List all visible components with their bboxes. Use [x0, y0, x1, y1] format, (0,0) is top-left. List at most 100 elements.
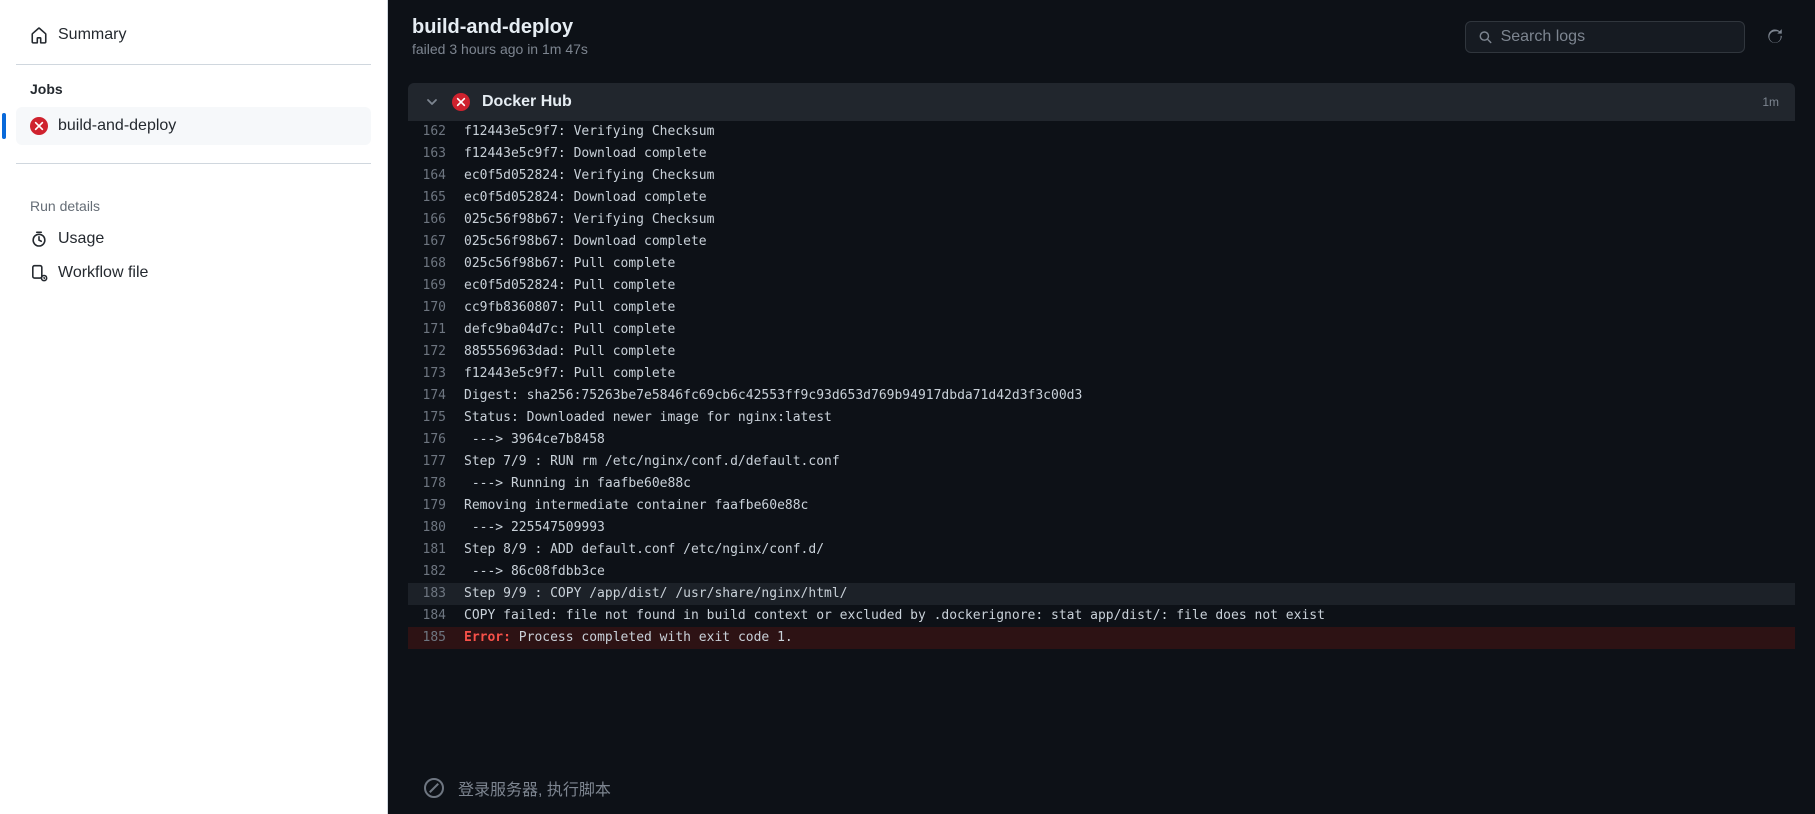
sidebar-job-build-and-deploy[interactable]: build-and-deploy	[16, 107, 371, 145]
log-text: f12443e5c9f7: Verifying Checksum	[464, 121, 714, 143]
line-number: 169	[408, 275, 464, 297]
log-text: cc9fb8360807: Pull complete	[464, 297, 675, 319]
line-number: 181	[408, 539, 464, 561]
log-line: 169ec0f5d052824: Pull complete	[408, 275, 1795, 297]
sidebar: Summary Jobs build-and-deploy Run detail…	[0, 0, 388, 814]
sidebar-usage-label: Usage	[58, 230, 104, 248]
divider	[16, 163, 371, 164]
line-number: 163	[408, 143, 464, 165]
sidebar-workflow-file-link[interactable]: Workflow file	[16, 256, 371, 290]
line-number: 179	[408, 495, 464, 517]
log-text: Step 7/9 : RUN rm /etc/nginx/conf.d/defa…	[464, 451, 840, 473]
log-text: Step 9/9 : COPY /app/dist/ /usr/share/ng…	[464, 583, 848, 605]
refresh-logs-button[interactable]	[1759, 21, 1791, 53]
log-line: 164ec0f5d052824: Verifying Checksum	[408, 165, 1795, 187]
log-line: 171defc9ba04d7c: Pull complete	[408, 319, 1795, 341]
line-number: 162	[408, 121, 464, 143]
main-panel: build-and-deploy failed 3 hours ago in 1…	[388, 0, 1815, 814]
line-number: 170	[408, 297, 464, 319]
log-line: 163f12443e5c9f7: Download complete	[408, 143, 1795, 165]
log-text: ec0f5d052824: Pull complete	[464, 275, 675, 297]
log-text: Step 8/9 : ADD default.conf /etc/nginx/c…	[464, 539, 824, 561]
log-text: 025c56f98b67: Download complete	[464, 231, 707, 253]
log-text: Digest: sha256:75263be7e5846fc69cb6c4255…	[464, 385, 1082, 407]
divider	[16, 64, 371, 65]
line-number: 184	[408, 605, 464, 627]
line-number: 173	[408, 363, 464, 385]
sidebar-summary-link[interactable]: Summary	[16, 16, 371, 54]
step-closed-title: 登录服务器, 执行脚本	[458, 776, 611, 800]
line-number: 168	[408, 253, 464, 275]
log-text: Removing intermediate container faafbe60…	[464, 495, 808, 517]
line-number: 175	[408, 407, 464, 429]
log-text: ---> 225547509993	[464, 517, 605, 539]
log-text: ec0f5d052824: Verifying Checksum	[464, 165, 714, 187]
sidebar-summary-label: Summary	[58, 26, 126, 44]
log-line: 179Removing intermediate container faafb…	[408, 495, 1795, 517]
search-icon	[1478, 29, 1493, 45]
line-number: 164	[408, 165, 464, 187]
log-line: 162f12443e5c9f7: Verifying Checksum	[408, 121, 1795, 143]
sidebar-usage-link[interactable]: Usage	[16, 222, 371, 256]
line-number: 166	[408, 209, 464, 231]
line-number: 165	[408, 187, 464, 209]
sidebar-run-details-heading: Run details	[16, 180, 371, 222]
log-line: 176 ---> 3964ce7b8458	[408, 429, 1795, 451]
log-text: defc9ba04d7c: Pull complete	[464, 319, 675, 341]
log-text: 025c56f98b67: Verifying Checksum	[464, 209, 714, 231]
log-text: Status: Downloaded newer image for nginx…	[464, 407, 832, 429]
log-line: 174Digest: sha256:75263be7e5846fc69cb6c4…	[408, 385, 1795, 407]
log-text: 885556963dad: Pull complete	[464, 341, 675, 363]
log-line: 173f12443e5c9f7: Pull complete	[408, 363, 1795, 385]
log-line: 165ec0f5d052824: Download complete	[408, 187, 1795, 209]
line-number: 172	[408, 341, 464, 363]
log-line: 177Step 7/9 : RUN rm /etc/nginx/conf.d/d…	[408, 451, 1795, 473]
page-title: build-and-deploy	[412, 16, 588, 39]
log-text: f12443e5c9f7: Download complete	[464, 143, 707, 165]
log-text: f12443e5c9f7: Pull complete	[464, 363, 675, 385]
stopwatch-icon	[30, 230, 48, 248]
workflow-file-icon	[30, 264, 48, 282]
line-number: 174	[408, 385, 464, 407]
log-text: ---> 3964ce7b8458	[464, 429, 605, 451]
search-logs-wrap[interactable]	[1465, 21, 1745, 53]
step-header-docker-hub[interactable]: Docker Hub 1m	[408, 83, 1795, 121]
fail-icon	[452, 93, 470, 111]
refresh-icon	[1766, 28, 1784, 46]
line-number: 185	[408, 627, 464, 649]
sidebar-jobs-heading: Jobs	[16, 81, 371, 107]
line-number: 171	[408, 319, 464, 341]
log-line: 166025c56f98b67: Verifying Checksum	[408, 209, 1795, 231]
line-number: 183	[408, 583, 464, 605]
log-text: ---> 86c08fdbb3ce	[464, 561, 605, 583]
fail-icon	[30, 117, 48, 135]
skipped-icon	[424, 778, 444, 798]
main-header: build-and-deploy failed 3 hours ago in 1…	[388, 0, 1815, 73]
home-icon	[30, 26, 48, 44]
log-line: 172885556963dad: Pull complete	[408, 341, 1795, 363]
sidebar-job-label: build-and-deploy	[58, 117, 176, 135]
line-number: 178	[408, 473, 464, 495]
line-number: 176	[408, 429, 464, 451]
log-text: ---> Running in faafbe60e88c	[464, 473, 691, 495]
log-line: 178 ---> Running in faafbe60e88c	[408, 473, 1795, 495]
log-line: 170cc9fb8360807: Pull complete	[408, 297, 1795, 319]
log-text: ec0f5d052824: Download complete	[464, 187, 707, 209]
search-logs-input[interactable]	[1501, 28, 1732, 46]
line-number: 180	[408, 517, 464, 539]
step-header-login-server[interactable]: 登录服务器, 执行脚本	[408, 762, 1795, 814]
step-title: Docker Hub	[482, 93, 1750, 111]
chevron-down-icon	[424, 94, 440, 110]
log-line: 182 ---> 86c08fdbb3ce	[408, 561, 1795, 583]
log-text: 025c56f98b67: Pull complete	[464, 253, 675, 275]
log-line: 185Error: Process completed with exit co…	[408, 627, 1795, 649]
line-number: 182	[408, 561, 464, 583]
log-output[interactable]: 162f12443e5c9f7: Verifying Checksum163f1…	[408, 121, 1795, 758]
page-subtitle: failed 3 hours ago in 1m 47s	[412, 41, 588, 57]
log-line: 181Step 8/9 : ADD default.conf /etc/ngin…	[408, 539, 1795, 561]
log-line: 168025c56f98b67: Pull complete	[408, 253, 1795, 275]
step-duration: 1m	[1762, 95, 1779, 109]
line-number: 177	[408, 451, 464, 473]
log-line: 184COPY failed: file not found in build …	[408, 605, 1795, 627]
line-number: 167	[408, 231, 464, 253]
